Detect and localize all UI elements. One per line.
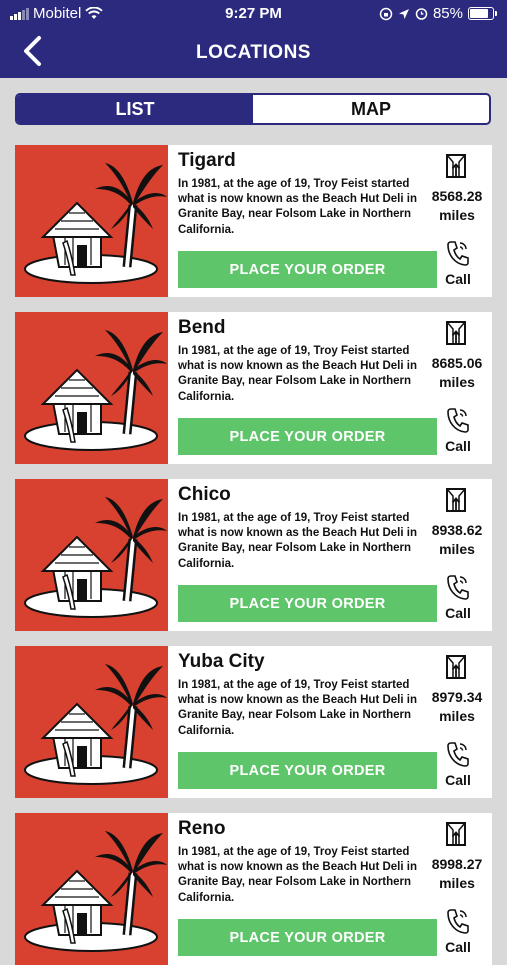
directions-map-icon[interactable] [444, 152, 468, 180]
distance-unit: miles [439, 541, 475, 557]
location-card[interactable]: Chico In 1981, at the age of 19, Troy Fe… [15, 479, 492, 631]
distance-value: 8938.62 [431, 522, 483, 538]
location-description: In 1981, at the age of 19, Troy Feist st… [178, 178, 417, 236]
phone-icon[interactable] [445, 406, 471, 434]
distance-label: 8568.28 miles [422, 187, 492, 225]
location-card[interactable]: Bend In 1981, at the age of 19, Troy Fei… [15, 312, 492, 464]
location-name: Yuba City [178, 651, 265, 672]
distance-unit: miles [439, 708, 475, 724]
tab-list[interactable]: LIST [17, 95, 253, 123]
beach-hut-logo [15, 479, 168, 631]
phone-icon[interactable] [445, 239, 471, 267]
place-order-button[interactable]: PLACE YOUR ORDER [178, 585, 437, 622]
phone-icon[interactable] [445, 907, 471, 935]
location-description: In 1981, at the age of 19, Troy Feist st… [178, 679, 417, 737]
page-title: LOCATIONS [196, 42, 311, 63]
location-name: Reno [178, 818, 226, 839]
call-button[interactable]: Call [435, 772, 481, 788]
phone-icon[interactable] [445, 573, 471, 601]
directions-map-icon[interactable] [444, 319, 468, 347]
distance-value: 8998.27 [431, 856, 483, 872]
place-order-button[interactable]: PLACE YOUR ORDER [178, 919, 437, 956]
battery-percent: 85% [432, 5, 463, 22]
call-button[interactable]: Call [435, 939, 481, 955]
beach-hut-logo [15, 312, 168, 464]
directions-map-icon[interactable] [444, 653, 468, 681]
location-description: In 1981, at the age of 19, Troy Feist st… [178, 846, 417, 904]
phone-icon[interactable] [445, 740, 471, 768]
directions-map-icon[interactable] [444, 820, 468, 848]
beach-hut-logo [15, 813, 168, 965]
location-card[interactable]: Tigard In 1981, at the age of 19, Troy F… [15, 145, 492, 297]
rotation-lock-icon [379, 7, 393, 20]
location-name: Tigard [178, 150, 236, 171]
distance-label: 8998.27 miles [422, 855, 492, 893]
place-order-button[interactable]: PLACE YOUR ORDER [178, 752, 437, 789]
distance-unit: miles [439, 207, 475, 223]
distance-value: 8685.06 [431, 355, 483, 371]
beach-hut-logo [15, 646, 168, 798]
tab-map[interactable]: MAP [253, 95, 489, 123]
beach-hut-logo [15, 145, 168, 297]
distance-label: 8685.06 miles [422, 354, 492, 392]
call-button[interactable]: Call [435, 271, 481, 287]
location-icon [398, 8, 409, 19]
alarm-icon [415, 8, 428, 20]
location-name: Bend [178, 317, 226, 338]
distance-value: 8979.34 [431, 689, 483, 705]
status-right: 85% [379, 5, 497, 22]
status-bar: Mobitel 9:27 PM 85% [0, 4, 507, 26]
battery-icon [468, 7, 494, 20]
battery-nub [495, 11, 497, 16]
app-header: Mobitel 9:27 PM 85% LOCATIONS [0, 0, 507, 78]
location-card[interactable]: Yuba City In 1981, at the age of 19, Tro… [15, 646, 492, 798]
distance-value: 8568.28 [431, 188, 483, 204]
distance-label: 8979.34 miles [422, 688, 492, 726]
distance-label: 8938.62 miles [422, 521, 492, 559]
location-description: In 1981, at the age of 19, Troy Feist st… [178, 512, 417, 570]
distance-unit: miles [439, 875, 475, 891]
directions-map-icon[interactable] [444, 486, 468, 514]
distance-unit: miles [439, 374, 475, 390]
location-description: In 1981, at the age of 19, Troy Feist st… [178, 345, 417, 403]
place-order-button[interactable]: PLACE YOUR ORDER [178, 251, 437, 288]
call-button[interactable]: Call [435, 605, 481, 621]
call-button[interactable]: Call [435, 438, 481, 454]
place-order-button[interactable]: PLACE YOUR ORDER [178, 418, 437, 455]
location-card[interactable]: Reno In 1981, at the age of 19, Troy Fei… [15, 813, 492, 965]
view-toggle: LIST MAP [15, 93, 491, 125]
location-name: Chico [178, 484, 231, 505]
